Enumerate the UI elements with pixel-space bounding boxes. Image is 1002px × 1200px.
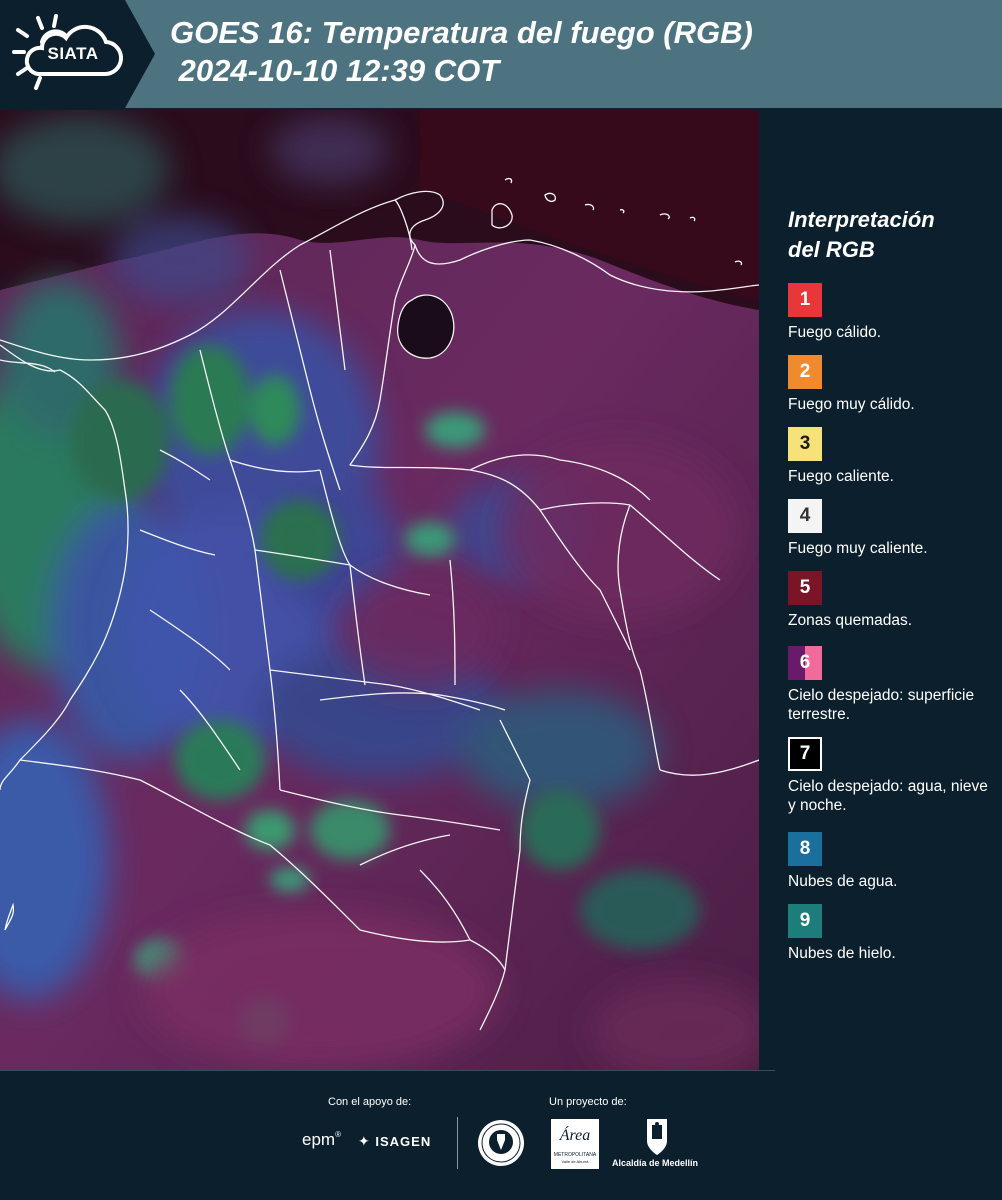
- legend-swatch: 2: [788, 355, 822, 389]
- area-logo-sub2: Valle de Aburrá: [561, 1159, 589, 1164]
- isagen-star-icon: ✦: [358, 1133, 371, 1149]
- siata-logo[interactable]: SIATA: [0, 0, 155, 108]
- legend-description: Fuego caliente.: [788, 468, 894, 485]
- satellite-map[interactable]: [0, 110, 759, 1070]
- area-logo-sub: METROPOLITANA: [553, 1152, 597, 1158]
- legend-number: 4: [799, 505, 811, 526]
- siata-logo-text: SIATA: [47, 44, 99, 63]
- legend-item: 8 Nubes de agua.: [788, 832, 993, 891]
- legend-number: 8: [799, 838, 811, 859]
- legend-item: 7 Cielo despejado: agua, nieve y noche.: [788, 737, 993, 815]
- epm-logo[interactable]: epm®: [302, 1130, 341, 1150]
- legend-swatch: 8: [788, 832, 822, 866]
- legend-item: 2 Fuego muy cálido.: [788, 355, 993, 414]
- legend-description: Fuego cálido.: [788, 324, 882, 341]
- university-seal-icon[interactable]: [476, 1118, 526, 1168]
- area-metropolitana-logo[interactable]: Área METROPOLITANA Valle de Aburrá: [551, 1119, 599, 1169]
- legend-number: 5: [799, 577, 811, 598]
- legend-item: 3 Fuego caliente.: [788, 427, 993, 486]
- title-line-1: GOES 16: Temperatura del fuego (RGB): [170, 15, 753, 50]
- footer-separator: [457, 1117, 458, 1169]
- legend: Interpretación del RGB: [788, 205, 993, 279]
- legend-item: 6 Cielo despejado: superficie terrestre.: [788, 646, 993, 724]
- legend-swatch: 3: [788, 427, 822, 461]
- legend-description: Cielo despejado: agua, nieve y noche.: [788, 778, 988, 814]
- legend-title-line-2: del RGB: [788, 237, 875, 262]
- legend-swatch: 7: [788, 737, 822, 771]
- rgb-satellite-image: [0, 110, 759, 1070]
- legend-description: Zonas quemadas.: [788, 612, 913, 629]
- legend-title: Interpretación del RGB: [788, 205, 993, 265]
- legend-description: Fuego muy cálido.: [788, 396, 915, 413]
- legend-number: 6: [799, 652, 811, 673]
- isagen-logo[interactable]: ✦ ISAGEN: [358, 1133, 431, 1150]
- legend-title-line-1: Interpretación: [788, 207, 935, 232]
- legend-description: Nubes de agua.: [788, 873, 898, 890]
- legend-swatch: 4: [788, 499, 822, 533]
- page-title: GOES 16: Temperatura del fuego (RGB) 202…: [170, 14, 753, 90]
- support-label: Con el apoyo de:: [328, 1096, 412, 1108]
- registered-mark-icon: ®: [335, 1130, 341, 1139]
- legend-description: Cielo despejado: superficie terrestre.: [788, 687, 975, 723]
- header-bar: SIATA GOES 16: Temperatura del fuego (RG…: [0, 0, 1002, 108]
- map-divider: [0, 1070, 775, 1071]
- legend-swatch: 6: [788, 646, 822, 680]
- legend-description: Fuego muy caliente.: [788, 540, 928, 557]
- epm-logo-text: epm: [302, 1130, 336, 1149]
- title-line-2: 2024-10-10 12:39 COT: [170, 53, 500, 88]
- legend-item: 9 Nubes de hielo.: [788, 904, 993, 963]
- legend-number: 9: [799, 910, 811, 931]
- legend-number: 1: [799, 289, 811, 310]
- legend-swatch: 1: [788, 283, 822, 317]
- area-logo-text: Área: [559, 1127, 591, 1144]
- legend-number: 3: [799, 433, 811, 454]
- alcaldia-logo-text[interactable]: Alcaldía de Medellín: [612, 1158, 698, 1168]
- legend-number: 7: [799, 743, 811, 764]
- isagen-logo-text: ISAGEN: [375, 1134, 432, 1149]
- legend-item: 1 Fuego cálido.: [788, 283, 993, 342]
- legend-item: 4 Fuego muy caliente.: [788, 499, 993, 558]
- project-label: Un proyecto de:: [549, 1096, 627, 1108]
- legend-swatch: 9: [788, 904, 822, 938]
- alcaldia-shield-icon: [647, 1119, 667, 1155]
- legend-number: 2: [799, 361, 811, 382]
- legend-description: Nubes de hielo.: [788, 945, 896, 962]
- legend-item: 5 Zonas quemadas.: [788, 571, 993, 630]
- legend-swatch: 5: [788, 571, 822, 605]
